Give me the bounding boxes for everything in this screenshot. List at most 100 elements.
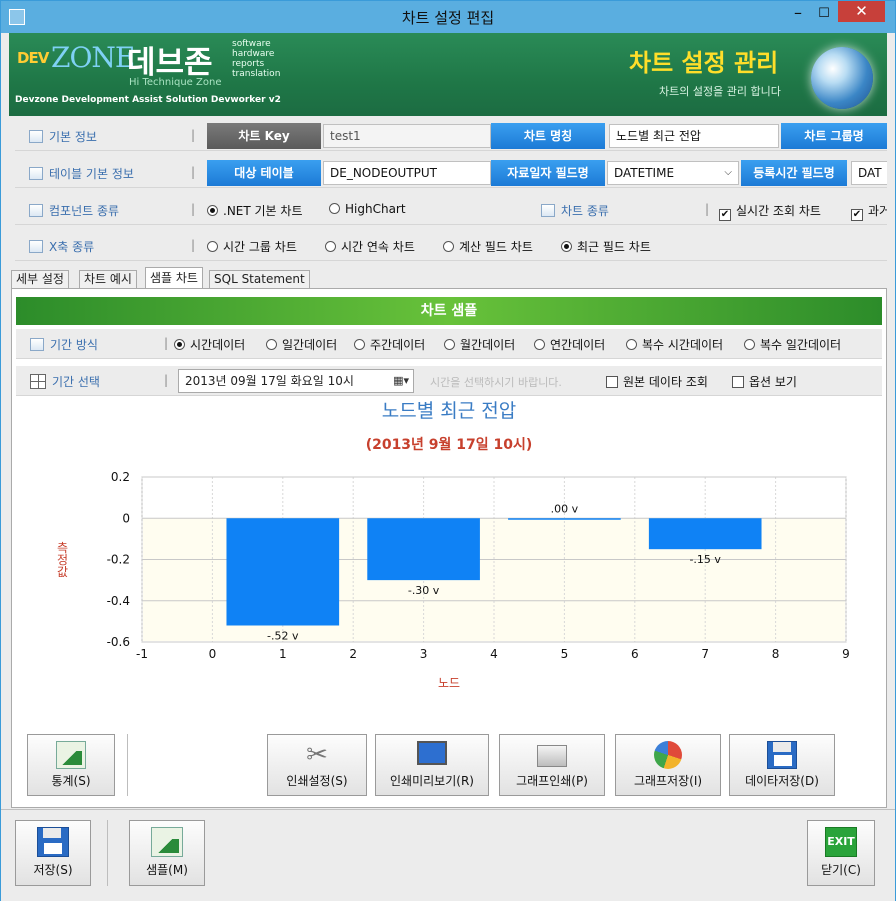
y-axis-label: 측정값 bbox=[55, 541, 69, 577]
graph-save-button[interactable]: 그래프저장(I) bbox=[615, 734, 721, 796]
banner-title: 차트 설정 관리 bbox=[629, 49, 779, 77]
radio-icon bbox=[207, 205, 218, 216]
radio-dotnet-chart[interactable]: .NET 기본 차트 bbox=[207, 202, 303, 219]
radio-icon bbox=[174, 339, 185, 350]
radio-daily[interactable]: 일간데이터 bbox=[266, 336, 337, 353]
radio-recent-field[interactable]: 최근 필드 차트 bbox=[561, 238, 651, 255]
check-label: 과거 bbox=[868, 204, 887, 218]
save-button[interactable]: 저장(S) bbox=[15, 820, 91, 886]
radio-icon bbox=[329, 203, 340, 214]
logo-keyword: translation bbox=[232, 69, 281, 79]
minimize-button[interactable]: – bbox=[787, 5, 809, 25]
tab-detail-settings[interactable]: 세부 설정 bbox=[11, 270, 69, 289]
print-setup-button[interactable]: ✂ 인쇄설정(S) bbox=[267, 734, 367, 796]
form-icon bbox=[29, 167, 43, 180]
x-tick-label: 2 bbox=[349, 647, 357, 661]
reg-time-field[interactable]: DAT bbox=[851, 161, 887, 185]
data-label: -.52 v bbox=[267, 630, 299, 643]
period-row: 기간 방식 | 시간데이터 일간데이터 주간데이터 월간데이터 연간데이터 복수… bbox=[16, 329, 882, 359]
floppy-disk-icon bbox=[37, 827, 69, 857]
separator: | bbox=[191, 238, 196, 252]
graph-print-button[interactable]: 그래프인쇄(P) bbox=[499, 734, 605, 796]
footer-separator bbox=[107, 820, 108, 886]
radio-label: 주간데이터 bbox=[370, 338, 426, 352]
logo-keyword: hardware bbox=[232, 49, 275, 59]
tab-sql-statement[interactable]: SQL Statement bbox=[209, 270, 310, 289]
maximize-button[interactable]: ☐ bbox=[813, 5, 835, 25]
radio-multi-hourly[interactable]: 복수 시간데이터 bbox=[626, 336, 723, 353]
stats-button[interactable]: 통계(S) bbox=[27, 734, 115, 796]
node-voltage-chart: 노드별 최근 전압 (2013년 9월 17일 10시) -1 0 1 2 3 4 5 6 7 8 9 0… bbox=[55, 400, 850, 690]
component-label-text: 컴포넌트 종류 bbox=[49, 204, 120, 218]
exit-icon: EXIT bbox=[825, 827, 857, 857]
sample-button[interactable]: 샘플(M) bbox=[129, 820, 205, 886]
radio-label: 연간데이터 bbox=[550, 338, 606, 352]
chart-key-label: 차트 Key bbox=[207, 123, 321, 149]
radio-icon bbox=[744, 339, 755, 350]
chart-key-field[interactable]: test1 bbox=[323, 124, 491, 148]
chart-toolbar: 통계(S) ✂ 인쇄설정(S) 인쇄미리보기(R) 그래프인쇄(P) 그래프저장… bbox=[11, 728, 887, 806]
basic-info-label-text: 기본 정보 bbox=[49, 130, 97, 144]
separator: | bbox=[164, 336, 169, 350]
xaxis-label-text: X축 종류 bbox=[49, 240, 95, 254]
chart-title: 노드별 최근 전압 bbox=[382, 400, 516, 422]
radio-label: 계산 필드 차트 bbox=[459, 240, 533, 254]
radio-time-group[interactable]: 시간 그룹 차트 bbox=[207, 238, 297, 255]
radio-icon bbox=[266, 339, 277, 350]
close-button[interactable]: EXIT 닫기(C) bbox=[807, 820, 875, 886]
component-row: 컴포넌트 종류 | .NET 기본 차트 HighChart 차트 종류 | ✔… bbox=[15, 195, 887, 225]
logo-keyword: software bbox=[232, 39, 271, 49]
table-info-label: 테이블 기본 정보 bbox=[29, 165, 134, 182]
table-info-row: 테이블 기본 정보 | 대상 테이블 DE_NODEOUTPUT 자료일자 필드… bbox=[15, 158, 887, 188]
logo-zone-text: ZONE bbox=[51, 41, 135, 74]
chart-type-label: 차트 종류 bbox=[541, 202, 609, 219]
chart-name-field[interactable]: 노드별 최근 전압 bbox=[609, 124, 779, 148]
printer-icon bbox=[537, 745, 567, 767]
separator: | bbox=[705, 202, 710, 216]
close-window-button[interactable]: ✕ bbox=[838, 1, 885, 22]
print-preview-label: 인쇄미리보기(R) bbox=[390, 774, 474, 788]
tab-sample-chart[interactable]: 샘플 차트 bbox=[145, 267, 203, 289]
radio-hourly[interactable]: 시간데이터 bbox=[174, 336, 245, 353]
radio-yearly[interactable]: 연간데이터 bbox=[534, 336, 605, 353]
radio-calc-field[interactable]: 계산 필드 차트 bbox=[443, 238, 533, 255]
logo-keywords: software hardware reports translation bbox=[232, 39, 280, 79]
y-tick-label: -0.4 bbox=[107, 594, 130, 608]
logo-korean-text: 데브존 bbox=[127, 45, 213, 81]
radio-icon bbox=[626, 339, 637, 350]
data-save-button[interactable]: 데이타저장(D) bbox=[729, 734, 835, 796]
radio-label: HighChart bbox=[345, 202, 406, 216]
form-icon bbox=[29, 240, 43, 253]
sample-header: 차트 샘플 bbox=[16, 297, 882, 325]
separator: | bbox=[191, 202, 196, 216]
radio-icon bbox=[534, 339, 545, 350]
radio-time-continuous[interactable]: 시간 연속 차트 bbox=[325, 238, 415, 255]
y-tick-label: 0.2 bbox=[111, 470, 130, 484]
radio-label: 복수 시간데이터 bbox=[642, 338, 724, 352]
check-label: 실시간 조회 차트 bbox=[736, 204, 821, 218]
radio-highchart[interactable]: HighChart bbox=[329, 202, 406, 216]
reg-time-label: 등록시간 필드명 bbox=[741, 160, 847, 186]
footer-bar: 저장(S) 샘플(M) EXIT 닫기(C) bbox=[1, 809, 895, 901]
logo-keyword: reports bbox=[232, 59, 265, 69]
x-tick-label: 7 bbox=[701, 647, 709, 661]
date-field-select[interactable]: DATETIME ⌵ bbox=[607, 161, 739, 185]
radio-multi-daily[interactable]: 복수 일간데이터 bbox=[744, 336, 841, 353]
graph-icon bbox=[151, 827, 183, 857]
check-past[interactable]: ✔ 과거 bbox=[851, 202, 887, 221]
xaxis-label: X축 종류 bbox=[29, 238, 94, 255]
tab-chart-example[interactable]: 차트 예시 bbox=[79, 270, 137, 289]
form-icon bbox=[30, 338, 44, 351]
radio-weekly[interactable]: 주간데이터 bbox=[354, 336, 425, 353]
globe-icon bbox=[811, 47, 873, 109]
bar bbox=[367, 518, 480, 581]
chart-name-label: 차트 명칭 bbox=[491, 123, 605, 149]
target-table-field[interactable]: DE_NODEOUTPUT bbox=[323, 161, 491, 185]
xaxis-row: X축 종류 | 시간 그룹 차트 시간 연속 차트 계산 필드 차트 최근 필드… bbox=[15, 231, 887, 261]
check-realtime[interactable]: ✔ 실시간 조회 차트 bbox=[719, 202, 821, 221]
data-label: -.30 v bbox=[408, 584, 440, 597]
radio-label: 시간 그룹 차트 bbox=[223, 240, 297, 254]
close-button-label: 닫기(C) bbox=[821, 863, 861, 877]
print-preview-button[interactable]: 인쇄미리보기(R) bbox=[375, 734, 489, 796]
radio-monthly[interactable]: 월간데이터 bbox=[444, 336, 515, 353]
